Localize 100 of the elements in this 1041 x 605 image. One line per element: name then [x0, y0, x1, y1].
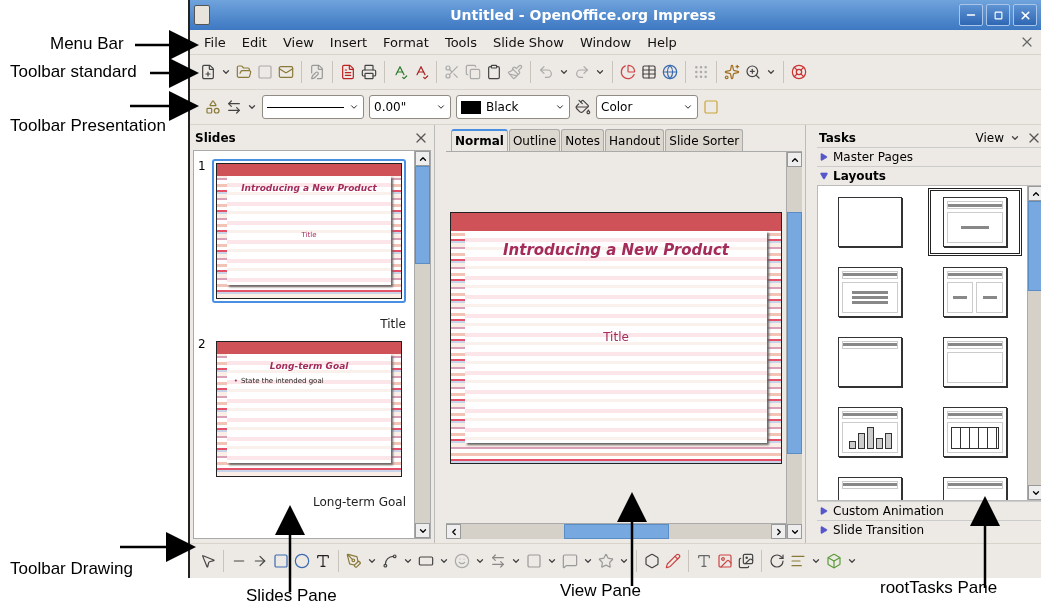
menu-item[interactable]: Format: [375, 34, 437, 50]
caret-icon[interactable]: [403, 556, 413, 566]
caret-icon[interactable]: [475, 556, 485, 566]
arrow-line-icon[interactable]: [252, 553, 268, 569]
blank-layout-icon: [838, 197, 903, 247]
caret-icon[interactable]: [247, 102, 257, 112]
maximize-button[interactable]: [986, 4, 1010, 26]
caret-icon[interactable]: [439, 556, 449, 566]
app-icon: [194, 5, 210, 25]
table-icon[interactable]: [641, 64, 657, 80]
chart-icon[interactable]: [620, 64, 636, 80]
scrollbar-thumb[interactable]: [787, 212, 802, 454]
rotate-icon[interactable]: [769, 553, 785, 569]
caret-icon[interactable]: [847, 556, 857, 566]
globe-icon[interactable]: [662, 64, 678, 80]
view-tab[interactable]: Slide Sorter: [665, 129, 744, 151]
arrow-style-icon[interactable]: [226, 99, 242, 115]
block-arrow-icon[interactable]: [490, 553, 506, 569]
menu-item[interactable]: Slide Show: [484, 34, 572, 50]
menu-item[interactable]: File: [196, 34, 234, 50]
zoom-icon[interactable]: [745, 64, 761, 80]
scroll-up-button[interactable]: [787, 152, 802, 167]
close-button[interactable]: [1013, 4, 1037, 26]
scrollbar-thumb[interactable]: [415, 166, 430, 264]
caret-icon[interactable]: [1010, 133, 1020, 143]
caret-icon[interactable]: [367, 556, 377, 566]
caret-icon[interactable]: [619, 556, 629, 566]
align-icon[interactable]: [790, 553, 806, 569]
line-style-dropdown[interactable]: [262, 95, 364, 119]
callout-label: View Pane: [560, 581, 641, 601]
caret-icon[interactable]: [583, 556, 593, 566]
line-color-dropdown[interactable]: Black: [456, 95, 570, 119]
menu-item[interactable]: Tools: [436, 34, 485, 50]
vertical-scrollbar[interactable]: [414, 151, 430, 538]
caret-icon[interactable]: [766, 67, 776, 77]
scroll-down-button[interactable]: [787, 524, 802, 539]
mail-icon[interactable]: [278, 64, 294, 80]
open-folder-icon[interactable]: [236, 64, 252, 80]
view-menu[interactable]: View: [975, 131, 1004, 145]
window-title: Untitled - OpenOffice.org Impress: [449, 7, 717, 23]
scroll-down-button[interactable]: [415, 523, 430, 538]
horizontal-scrollbar[interactable]: [446, 523, 786, 539]
pointer-icon[interactable]: [200, 553, 216, 569]
layout-option[interactable]: [927, 188, 1022, 256]
caret-icon[interactable]: [547, 556, 557, 566]
menu-item[interactable]: View: [274, 34, 322, 50]
image-icon[interactable]: [717, 553, 733, 569]
caret-icon[interactable]: [221, 67, 231, 77]
points-icon[interactable]: [644, 553, 660, 569]
star-icon[interactable]: [598, 553, 614, 569]
menu-item[interactable]: Help: [639, 34, 685, 50]
paint-bucket-icon[interactable]: [575, 99, 591, 115]
area-style-dropdown[interactable]: Color: [596, 95, 698, 119]
slide-caption: Long-term Goal: [313, 495, 406, 509]
expander-triangle-icon: [820, 507, 828, 515]
fontwork-icon[interactable]: [696, 553, 712, 569]
menu-item[interactable]: Insert: [321, 34, 376, 50]
scrollbar-thumb[interactable]: [564, 524, 669, 539]
view-tab[interactable]: Notes: [561, 129, 604, 151]
autospellcheck-icon[interactable]: [413, 64, 429, 80]
scroll-left-button[interactable]: [446, 524, 461, 539]
view-tab[interactable]: Outline: [508, 129, 561, 151]
scroll-right-button[interactable]: [771, 524, 786, 539]
expander-triangle-icon: [820, 526, 828, 534]
basic-shape-icon[interactable]: [418, 553, 434, 569]
task-section-header[interactable]: Master Pages: [817, 147, 1041, 166]
navigator-icon[interactable]: [724, 64, 740, 80]
line-width-field[interactable]: 0.00": [369, 95, 451, 119]
text-icon[interactable]: [315, 553, 331, 569]
extrusion-icon[interactable]: [826, 553, 842, 569]
new-document-icon[interactable]: [200, 64, 216, 80]
view-tab[interactable]: Handout: [605, 129, 665, 151]
curve-icon[interactable]: [346, 553, 362, 569]
callout-arrow: [130, 91, 199, 121]
close-icon: [1018, 8, 1032, 22]
connector-icon[interactable]: [382, 553, 398, 569]
help-icon[interactable]: [791, 64, 807, 80]
vertical-scrollbar[interactable]: [1027, 186, 1041, 500]
paste-icon[interactable]: [486, 64, 502, 80]
scrollbar-thumb[interactable]: [1028, 201, 1041, 291]
shapes-icon[interactable]: [205, 99, 221, 115]
title-box-layout-icon: [942, 337, 1007, 387]
menu-item[interactable]: Window: [571, 34, 640, 50]
ellipse-icon[interactable]: [294, 553, 310, 569]
caret-icon[interactable]: [595, 67, 605, 77]
caret-icon[interactable]: [559, 67, 569, 77]
minimize-button[interactable]: [959, 4, 983, 26]
caret-icon[interactable]: [511, 556, 521, 566]
gallery-icon[interactable]: [738, 553, 754, 569]
caret-icon[interactable]: [811, 556, 821, 566]
print-icon[interactable]: [361, 64, 377, 80]
view-tab[interactable]: Normal: [451, 129, 508, 151]
scroll-up-button[interactable]: [1028, 186, 1041, 201]
scroll-up-button[interactable]: [415, 151, 430, 166]
vertical-scrollbar[interactable]: [786, 152, 802, 539]
scroll-down-button[interactable]: [1028, 485, 1041, 500]
spellcheck-icon[interactable]: [392, 64, 408, 80]
pencil-icon[interactable]: [665, 553, 681, 569]
pdf-export-icon[interactable]: [340, 64, 356, 80]
menu-item[interactable]: Edit: [233, 34, 275, 50]
